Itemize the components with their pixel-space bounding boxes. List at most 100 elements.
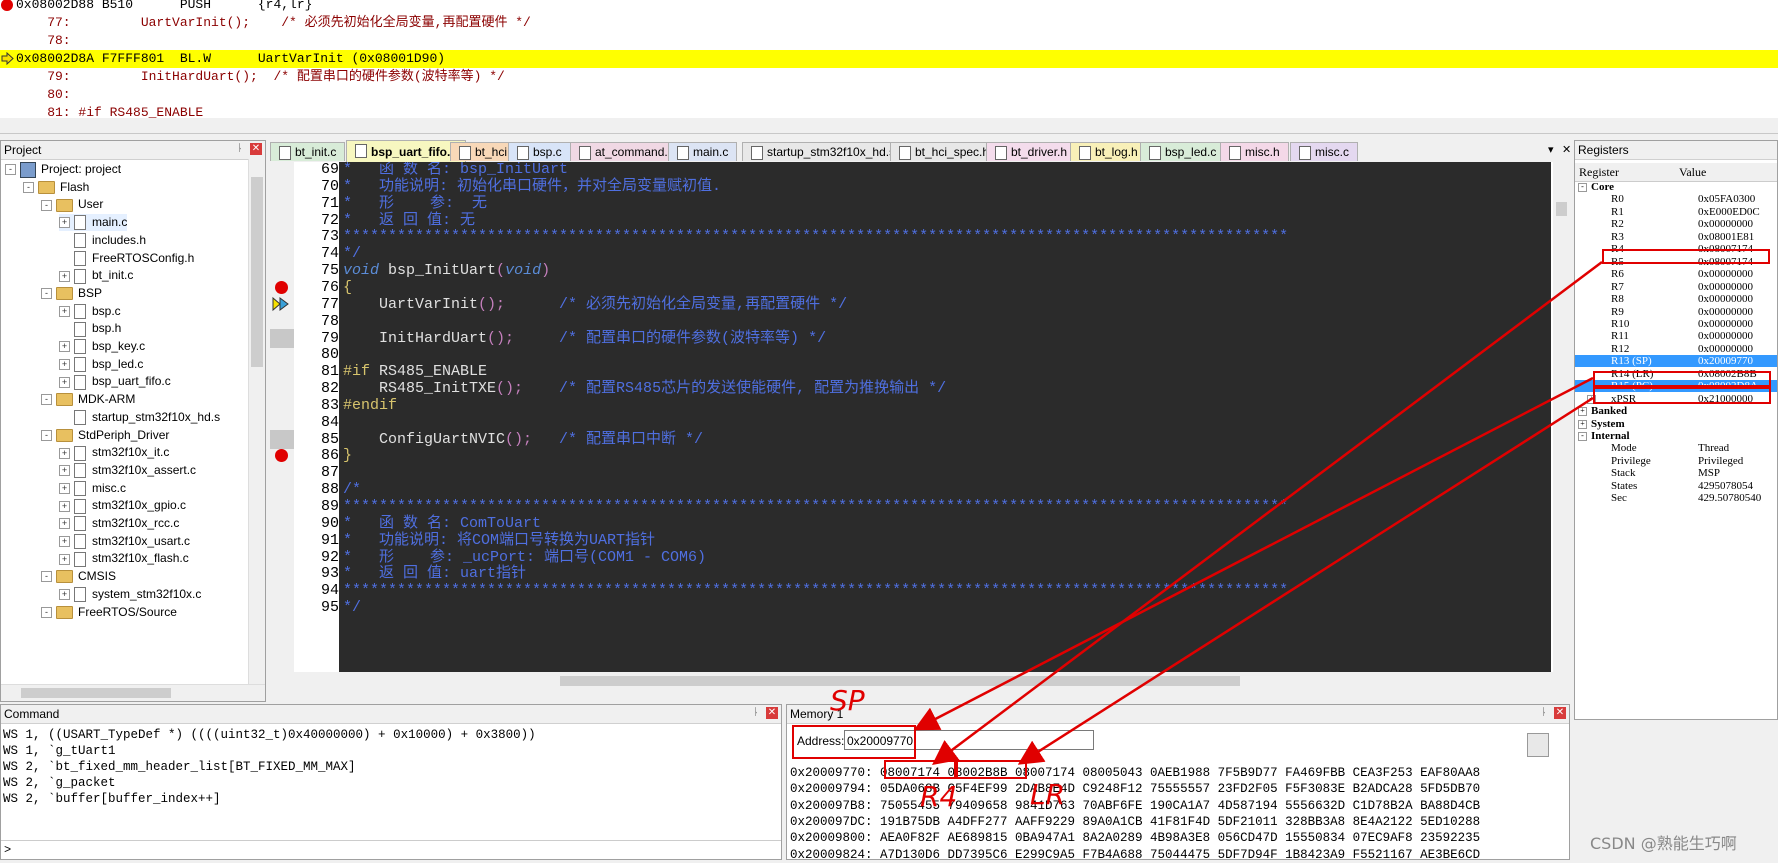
expand-icon[interactable]: + <box>59 359 70 371</box>
register-row[interactable]: R9 0x00000000 <box>1575 306 1777 318</box>
command-input[interactable]: > <box>1 840 781 859</box>
collapse-icon[interactable]: - <box>41 199 52 211</box>
tab-at-command-c[interactable]: at_command.c <box>570 142 683 161</box>
breakpoint-icon[interactable] <box>275 280 288 294</box>
tree-item[interactable]: + bsp_uart_fifo.c <box>59 373 171 390</box>
tab-bt-log-h[interactable]: bt_log.h <box>1070 142 1147 161</box>
register-row[interactable]: R1 0xE000ED0C <box>1575 206 1777 218</box>
expand-icon[interactable]: + <box>59 553 70 565</box>
expand-icon[interactable]: + <box>59 500 70 512</box>
tree-item[interactable]: + system_stm32f10x.c <box>59 586 201 603</box>
tab-bt-hci-spec-h[interactable]: bt_hci_spec.h <box>890 142 999 161</box>
expand-icon[interactable]: + <box>59 465 70 477</box>
disasm-line[interactable]: 78: <box>0 32 1778 50</box>
project-vscrollbar[interactable] <box>248 159 265 684</box>
tree-item[interactable]: startup_stm32f10x_hd.s <box>59 409 220 426</box>
expand-icon[interactable]: + <box>1578 407 1587 417</box>
tree-item[interactable]: + main.c <box>59 214 128 232</box>
register-row[interactable]: R0 0x05FA0300 <box>1575 193 1777 205</box>
tree-item[interactable]: + stm32f10x_usart.c <box>59 533 190 550</box>
register-row[interactable]: R7 0x00000000 <box>1575 281 1777 293</box>
breakpoint-icon[interactable] <box>275 449 288 463</box>
collapse-icon[interactable]: - <box>41 394 52 406</box>
code-area[interactable]: * 函 数 名: bsp_InitUart * 功能说明: 初始化串口硬件，并对全… <box>339 162 1551 672</box>
collapse-icon[interactable]: - <box>41 288 52 300</box>
value-column-header[interactable]: Value <box>1679 165 1706 180</box>
tree-item[interactable]: + stm32f10x_it.c <box>59 444 169 461</box>
disasm-line[interactable]: 0x08002D88 B510 PUSH {r4,lr} <box>0 0 1778 14</box>
code-line[interactable]: ConfigUartNVIC(); /* 配置串口中断 */ <box>343 430 703 449</box>
collapse-icon[interactable]: - <box>5 164 16 176</box>
register-row[interactable]: + Banked <box>1575 405 1777 417</box>
code-line[interactable]: ****************************************… <box>343 227 1288 246</box>
register-row[interactable]: R2 0x00000000 <box>1575 218 1777 230</box>
pin-icon[interactable]: ᚿ <box>750 707 762 719</box>
code-line[interactable]: } <box>343 446 352 465</box>
register-row[interactable]: R10 0x00000000 <box>1575 318 1777 330</box>
collapse-icon[interactable]: - <box>1578 183 1587 192</box>
tree-item[interactable]: + misc.c <box>59 480 126 497</box>
tab-misc-c[interactable]: misc.c <box>1290 142 1358 161</box>
tree-item[interactable]: - Flash <box>23 179 89 196</box>
tree-item[interactable]: + bsp_key.c <box>59 338 145 355</box>
collapse-icon[interactable]: - <box>41 606 52 618</box>
expand-icon[interactable]: + <box>59 518 70 530</box>
register-column-header[interactable]: Register <box>1579 165 1619 180</box>
register-row[interactable]: Privilege Privileged <box>1575 455 1777 467</box>
expand-icon[interactable]: + <box>59 482 70 494</box>
expand-icon[interactable]: + <box>59 447 70 459</box>
code-line[interactable]: #endif <box>343 396 397 415</box>
register-row[interactable]: R13 (SP) 0x20009770 <box>1575 355 1777 368</box>
memory-row[interactable]: 0x200097B8: 75055455 79409658 9841D763 7… <box>790 798 1480 814</box>
pin-icon[interactable]: ᚿ <box>234 143 246 155</box>
collapse-icon[interactable]: - <box>41 429 52 441</box>
memory-row[interactable]: 0x20009824: A7D130D6 DD7395C6 E299C9A5 F… <box>790 847 1480 863</box>
tab-close-icon[interactable]: ✕ <box>1562 143 1571 156</box>
disasm-line[interactable]: 80: <box>0 86 1778 104</box>
memory-row[interactable]: 0x200097DC: 191B75DB A4DFF277 AAFF9229 8… <box>790 814 1480 830</box>
tree-item[interactable]: - Project: project <box>5 161 121 178</box>
tab-misc-h[interactable]: misc.h <box>1220 142 1289 161</box>
disasm-line[interactable]: 77: UartVarInit(); /* 必须先初始化全局变量,再配置硬件 *… <box>0 14 1778 32</box>
tab-list-icon[interactable]: ▾ <box>1548 143 1554 156</box>
tree-item[interactable]: + stm32f10x_rcc.c <box>59 515 179 532</box>
tree-item[interactable]: + stm32f10x_assert.c <box>59 462 196 479</box>
tab-bsp-uart-fifo-c[interactable]: bsp_uart_fifo.c <box>346 140 467 162</box>
register-row[interactable]: + System <box>1575 418 1777 430</box>
tree-item[interactable]: + stm32f10x_flash.c <box>59 550 189 567</box>
tab-bsp-led-c[interactable]: bsp_led.c <box>1140 142 1226 161</box>
tree-item[interactable]: bsp.h <box>59 320 121 337</box>
expand-icon[interactable]: + <box>59 589 70 601</box>
tree-item[interactable]: - User <box>41 196 103 213</box>
close-icon[interactable]: ✕ <box>766 707 778 719</box>
editor-hscrollbar[interactable] <box>270 672 1570 690</box>
tab-bt-init-c[interactable]: bt_init.c <box>270 142 346 161</box>
close-icon[interactable]: ✕ <box>250 143 262 155</box>
tree-item[interactable]: + bsp_led.c <box>59 356 143 373</box>
tree-item[interactable]: - CMSIS <box>41 568 116 585</box>
tab-bsp-c[interactable]: bsp.c <box>508 142 571 161</box>
code-line[interactable]: ****************************************… <box>343 581 1288 600</box>
register-row[interactable]: Sec 429.50780540 <box>1575 492 1777 504</box>
memory-row[interactable]: 0x20009794: 05DA068B C5F4EF99 2DAB8E4D C… <box>790 781 1480 797</box>
project-hscrollbar[interactable] <box>1 684 265 701</box>
expand-icon[interactable]: + <box>59 341 70 353</box>
breakpoint-gutter[interactable] <box>270 162 294 672</box>
expand-icon[interactable]: + <box>59 536 70 548</box>
close-icon[interactable]: ✕ <box>1554 707 1566 719</box>
code-line[interactable]: InitHardUart(); /* 配置串口的硬件参数(波特率等) */ <box>343 329 826 348</box>
expand-icon[interactable]: + <box>1578 419 1587 429</box>
tree-item[interactable]: + bsp.c <box>59 303 121 320</box>
register-row[interactable]: States 4295078054 <box>1575 480 1777 492</box>
tree-item[interactable]: - FreeRTOS/Source <box>41 604 177 621</box>
tree-item[interactable]: - BSP <box>41 285 102 302</box>
register-row[interactable]: R12 0x00000000 <box>1575 343 1777 355</box>
disasm-line[interactable]: 79: InitHardUart(); /* 配置串口的硬件参数(波特率等) *… <box>0 68 1778 86</box>
expand-icon[interactable]: + <box>59 305 70 317</box>
tree-item[interactable]: includes.h <box>59 232 146 249</box>
code-line[interactable]: */ <box>343 598 361 617</box>
pin-icon[interactable]: ᚿ <box>1538 707 1550 719</box>
register-row[interactable]: Stack MSP <box>1575 467 1777 479</box>
tree-item[interactable]: + stm32f10x_gpio.c <box>59 497 186 514</box>
editor-vscrollbar[interactable] <box>1553 162 1570 672</box>
